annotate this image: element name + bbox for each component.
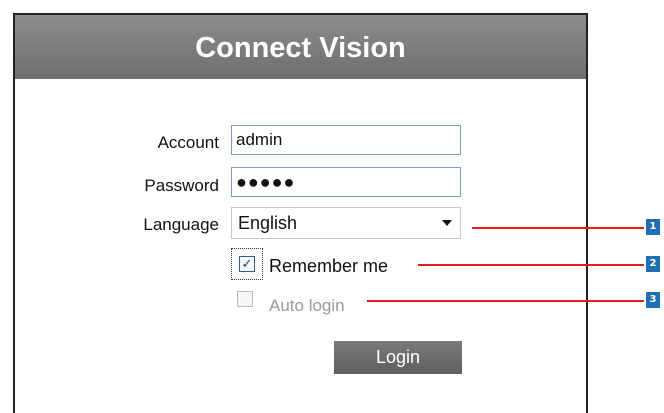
language-select[interactable]: English [231,207,461,239]
language-label: Language [143,215,219,234]
callout-line-3 [367,300,644,302]
callout-badge-2: 2 [646,256,660,272]
callout-badge-1: 1 [646,219,660,235]
callout-line-1 [472,227,644,229]
password-field[interactable]: ●●●●● [231,167,461,197]
chevron-down-icon[interactable] [442,220,452,226]
account-field[interactable] [231,125,461,155]
remember-me-checkbox[interactable]: ✓ [239,256,255,272]
remember-me-label[interactable]: Remember me [269,256,388,277]
login-button[interactable]: Login [334,341,462,374]
account-label: Account [157,133,219,152]
callout-line-2 [418,264,644,266]
callout-badge-3: 3 [646,292,660,308]
remember-me-focus-ring: ✓ [231,248,263,280]
login-panel: Connect Vision Account Password ●●●●● La… [13,13,588,413]
page-title: Connect Vision [15,15,586,79]
password-label: Password [144,176,219,195]
auto-login-label[interactable]: Auto login [269,296,345,316]
auto-login-checkbox[interactable] [237,291,253,307]
language-selected-value: English [238,213,298,233]
